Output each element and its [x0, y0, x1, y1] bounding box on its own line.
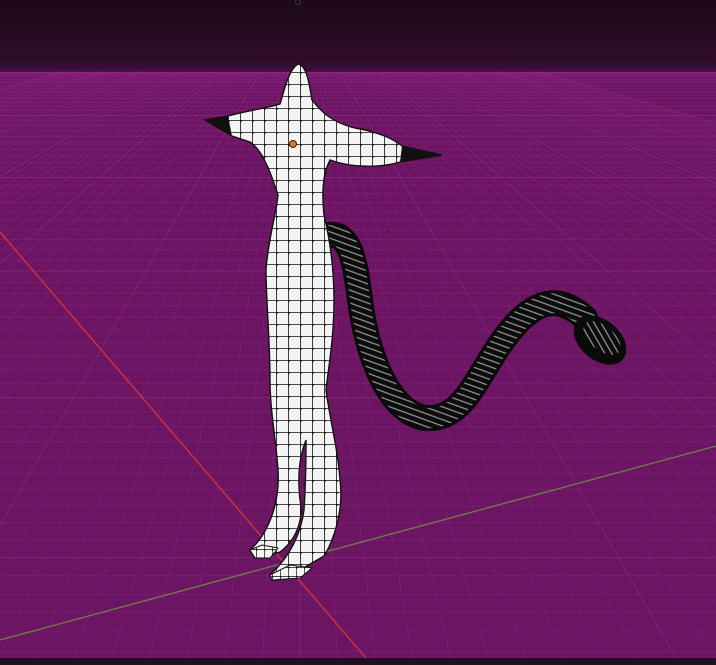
top-marker [295, 0, 301, 5]
viewport-canvas[interactable] [0, 0, 716, 665]
viewport-bottom-edge [0, 658, 716, 665]
3d-cursor[interactable] [386, 230, 390, 234]
3d-viewport[interactable] [0, 0, 716, 665]
object-origin-marker[interactable] [289, 140, 297, 148]
